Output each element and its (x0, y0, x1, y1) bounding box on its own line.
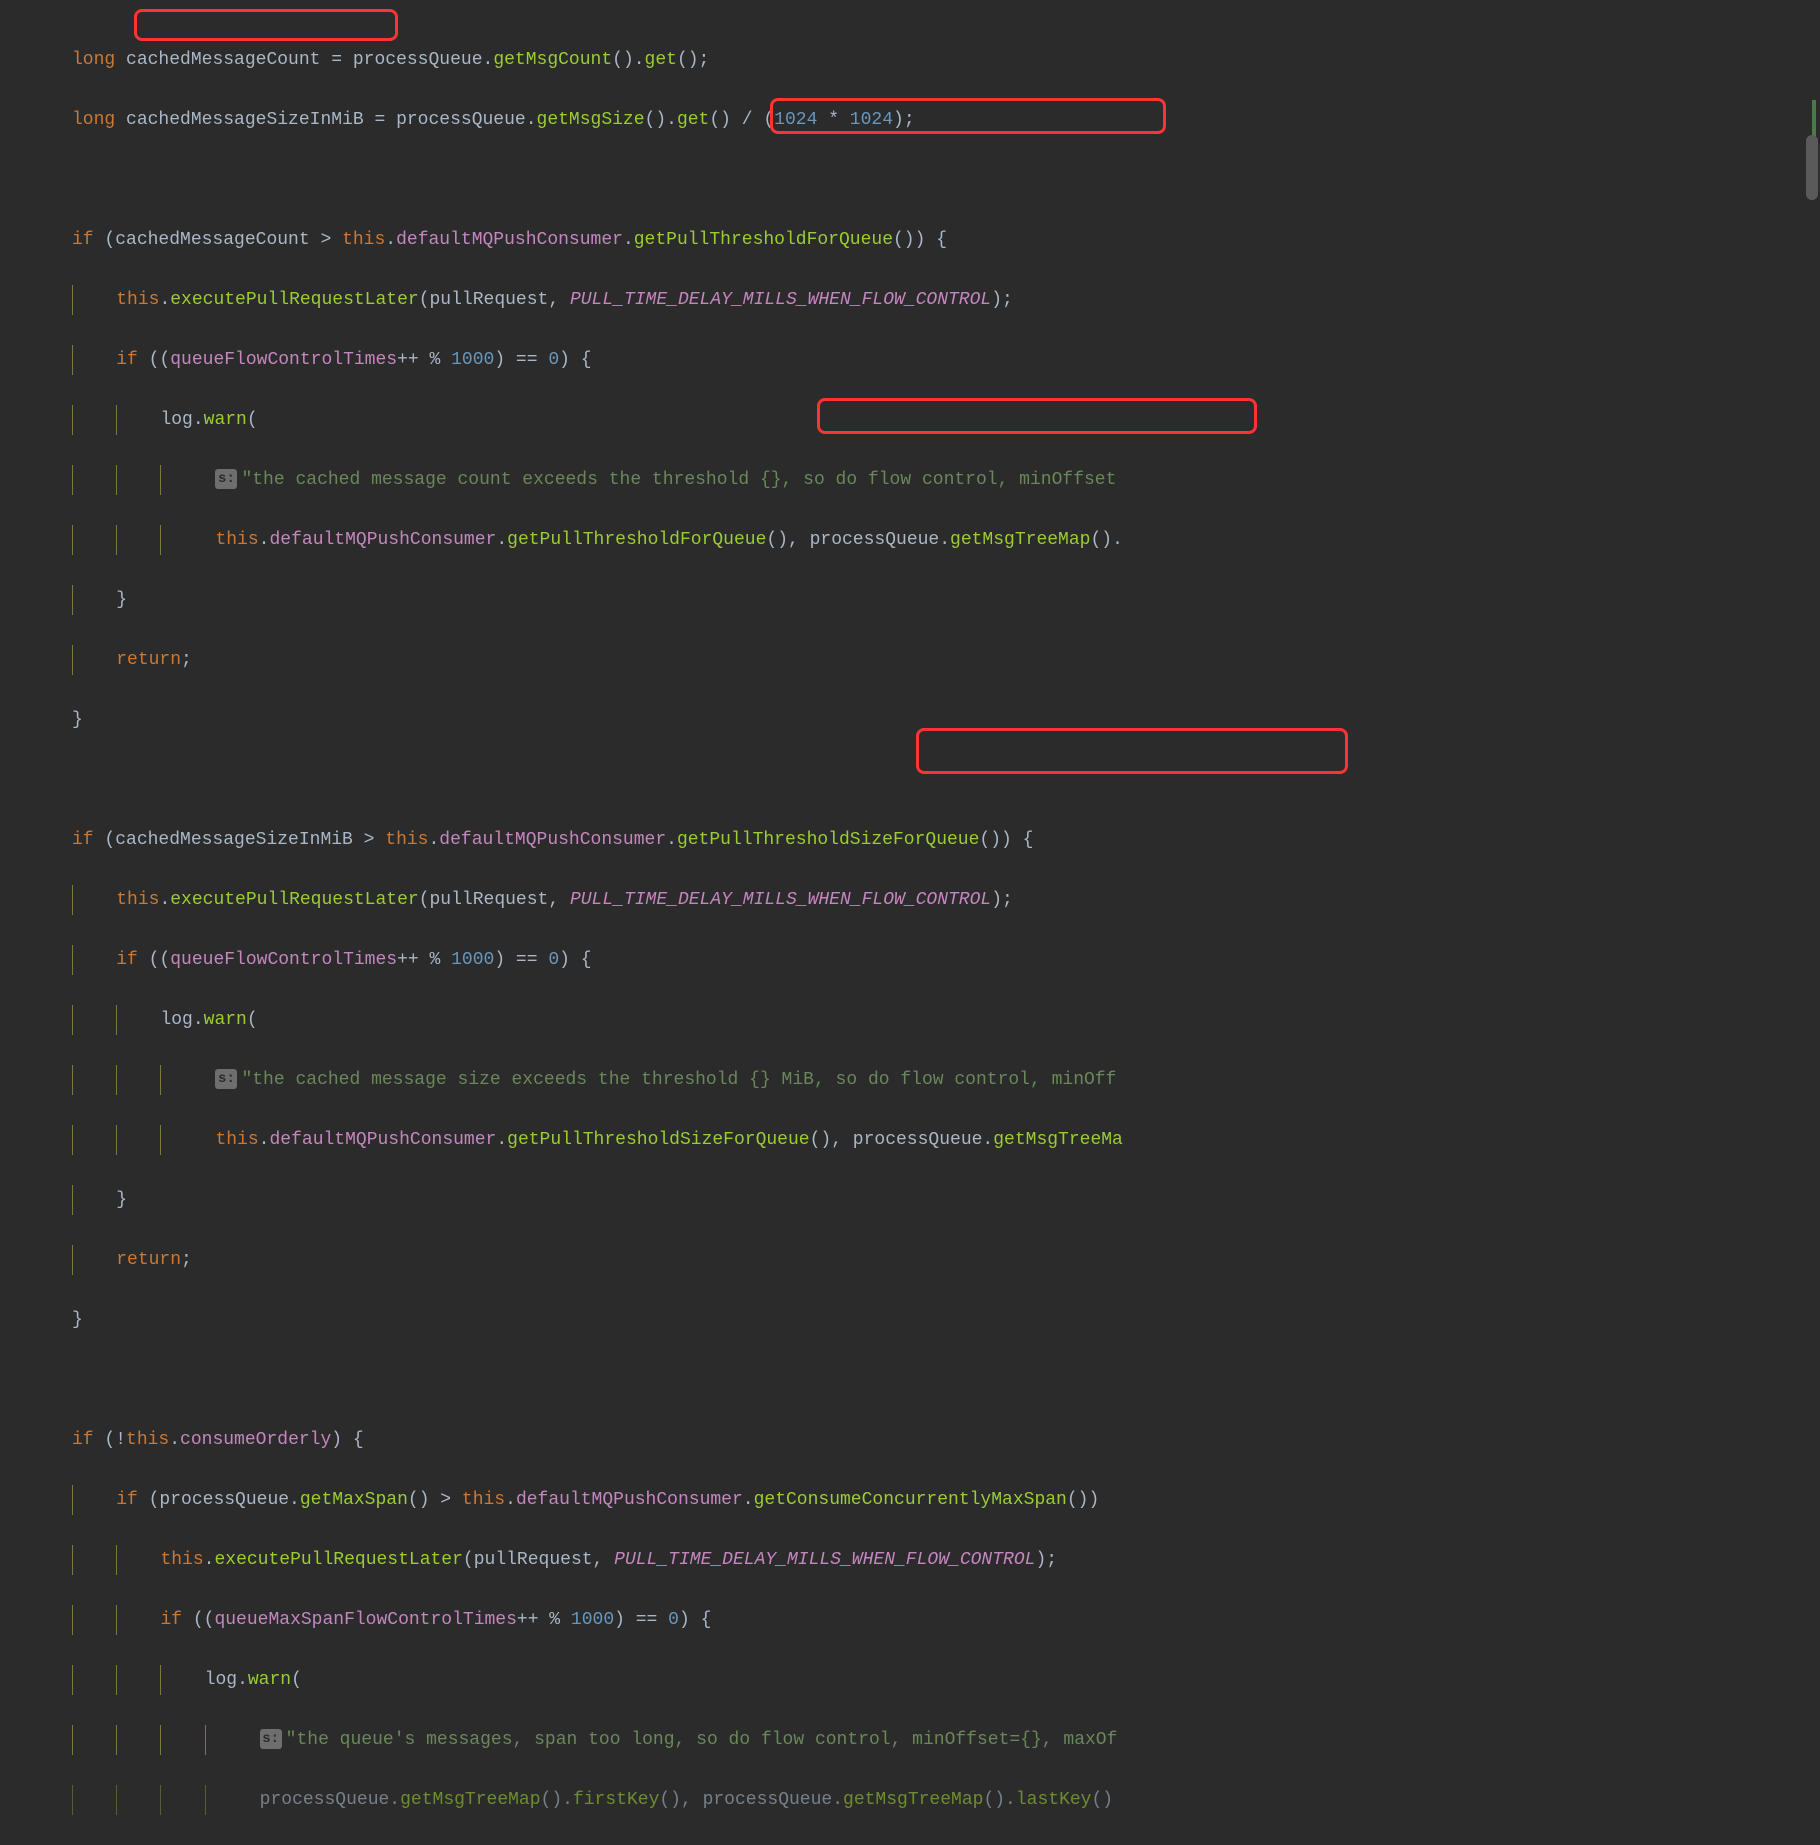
code-line: return; (72, 1245, 1820, 1275)
scrollbar-thumb[interactable] (1806, 135, 1818, 200)
code-line: this.defaultMQPushConsumer.getPullThresh… (72, 525, 1820, 555)
code-line: processQueue.getMsgTreeMap().firstKey(),… (72, 1785, 1820, 1815)
code-line: log.warn( (72, 1005, 1820, 1035)
param-hint-badge: s: (215, 1069, 237, 1089)
gutter-marker (1812, 100, 1816, 138)
code-line: if (processQueue.getMaxSpan() > this.def… (72, 1485, 1820, 1515)
code-line: s:"the cached message count exceeds the … (72, 465, 1820, 495)
code-line: if (cachedMessageSizeInMiB > this.defaul… (72, 825, 1820, 855)
code-line: this.defaultMQPushConsumer.getPullThresh… (72, 1125, 1820, 1155)
code-line: s:"the queue's messages, span too long, … (72, 1725, 1820, 1755)
param-hint-badge: s: (215, 469, 237, 489)
code-line: if ((queueFlowControlTimes++ % 1000) == … (72, 345, 1820, 375)
code-editor[interactable]: long cachedMessageCount = processQueue.g… (0, 15, 1820, 1845)
code-line: if ((queueMaxSpanFlowControlTimes++ % 10… (72, 1605, 1820, 1635)
code-line: log.warn( (72, 1665, 1820, 1695)
code-line: this.executePullRequestLater(pullRequest… (72, 885, 1820, 915)
code-line: } (72, 1305, 1820, 1335)
code-line: s:"the cached message size exceeds the t… (72, 1065, 1820, 1095)
code-line: this.executePullRequestLater(pullRequest… (72, 285, 1820, 315)
code-line: this.executePullRequestLater(pullRequest… (72, 1545, 1820, 1575)
code-line: } (72, 585, 1820, 615)
code-line: return; (72, 645, 1820, 675)
code-line: log.warn( (72, 405, 1820, 435)
code-line: long cachedMessageCount = processQueue.g… (72, 45, 1820, 75)
code-line (72, 765, 1820, 795)
code-line: } (72, 705, 1820, 735)
param-hint-badge: s: (260, 1729, 282, 1749)
code-line (72, 1365, 1820, 1395)
code-line: long cachedMessageSizeInMiB = processQue… (72, 105, 1820, 135)
code-line: if ((queueFlowControlTimes++ % 1000) == … (72, 945, 1820, 975)
code-line: if (cachedMessageCount > this.defaultMQP… (72, 225, 1820, 255)
code-line: if (!this.consumeOrderly) { (72, 1425, 1820, 1455)
code-line (72, 165, 1820, 195)
code-line: } (72, 1185, 1820, 1215)
